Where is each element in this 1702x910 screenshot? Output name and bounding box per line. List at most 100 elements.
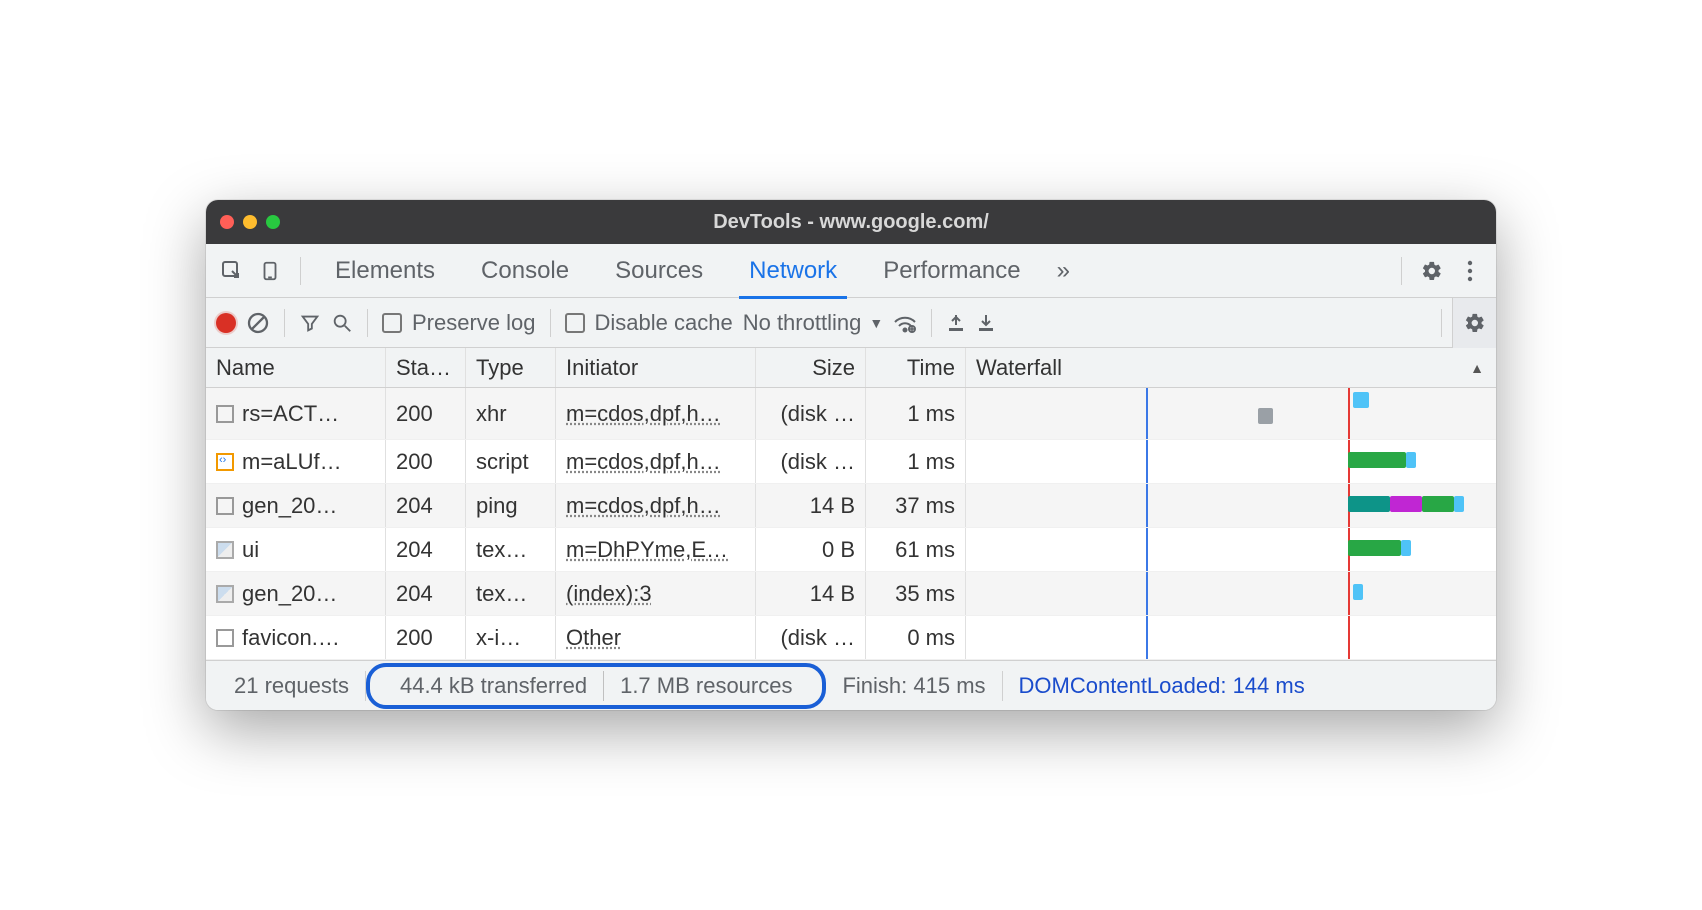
cell-status: 204	[386, 484, 466, 527]
kebab-menu-icon[interactable]	[1454, 255, 1486, 287]
table-row[interactable]: ui 204 tex… m=DhPYme,E… 0 B 61 ms	[206, 528, 1496, 572]
cell-name: m=aLUf…	[242, 449, 342, 475]
cell-time: 35 ms	[866, 572, 966, 615]
tab-performance[interactable]: Performance	[863, 244, 1040, 298]
cell-name: favicon.…	[242, 625, 340, 651]
sort-indicator-icon: ▲	[1470, 360, 1484, 376]
cell-type: tex…	[466, 572, 556, 615]
requests-count: 21 requests	[218, 671, 366, 701]
cell-size: (disk …	[756, 440, 866, 483]
col-name[interactable]: Name	[206, 348, 386, 387]
network-toolbar: Preserve log Disable cache No throttling…	[206, 298, 1496, 348]
zoom-window-button[interactable]	[266, 215, 280, 229]
cell-size: (disk …	[756, 388, 866, 439]
throttling-select[interactable]: No throttling ▼	[743, 310, 883, 336]
col-size[interactable]: Size	[756, 348, 866, 387]
tab-console[interactable]: Console	[461, 244, 589, 298]
clear-button[interactable]	[246, 311, 270, 335]
cell-initiator[interactable]: Other	[556, 616, 756, 659]
tabs-overflow-icon[interactable]: »	[1047, 257, 1080, 285]
cell-name: gen_20…	[242, 581, 337, 607]
cell-type: ping	[466, 484, 556, 527]
file-type-icon	[216, 585, 234, 603]
col-initiator[interactable]: Initiator	[556, 348, 756, 387]
cell-time: 1 ms	[866, 388, 966, 439]
cell-type: script	[466, 440, 556, 483]
window-title: DevTools - www.google.com/	[206, 211, 1496, 234]
throttling-value: No throttling	[743, 310, 862, 336]
network-conditions-icon[interactable]	[893, 313, 917, 333]
cell-waterfall	[966, 484, 1496, 527]
cell-time: 0 ms	[866, 616, 966, 659]
dropdown-arrow-icon: ▼	[869, 315, 883, 331]
col-time[interactable]: Time	[866, 348, 966, 387]
cell-waterfall	[966, 572, 1496, 615]
cell-status: 204	[386, 528, 466, 571]
file-type-icon	[216, 541, 234, 559]
table-row[interactable]: rs=ACT… 200 xhr m=cdos,dpf,h… (disk … 1 …	[206, 388, 1496, 440]
table-row[interactable]: gen_20… 204 ping m=cdos,dpf,h… 14 B 37 m…	[206, 484, 1496, 528]
col-type[interactable]: Type	[466, 348, 556, 387]
cell-size: 0 B	[756, 528, 866, 571]
import-har-icon[interactable]	[946, 313, 966, 333]
tab-network[interactable]: Network	[729, 244, 857, 298]
table-row[interactable]: m=aLUf… 200 script m=cdos,dpf,h… (disk ……	[206, 440, 1496, 484]
cell-size: 14 B	[756, 484, 866, 527]
filter-icon[interactable]	[299, 312, 321, 334]
cell-type: x-i…	[466, 616, 556, 659]
cell-waterfall	[966, 528, 1496, 571]
cell-initiator[interactable]: (index):3	[556, 572, 756, 615]
settings-gear-icon[interactable]	[1416, 255, 1448, 287]
finish-time: Finish: 415 ms	[826, 671, 1002, 701]
record-button[interactable]	[216, 313, 236, 333]
devtools-tabs: Elements Console Sources Network Perform…	[206, 244, 1496, 298]
disable-cache-label: Disable cache	[595, 310, 733, 336]
file-type-icon	[216, 405, 234, 423]
cell-initiator[interactable]: m=cdos,dpf,h…	[556, 440, 756, 483]
divider	[1401, 257, 1402, 285]
highlighted-stats: 44.4 kB transferred 1.7 MB resources	[366, 663, 827, 709]
status-bar: 21 requests 44.4 kB transferred 1.7 MB r…	[206, 660, 1496, 710]
cell-waterfall	[966, 388, 1496, 439]
cell-initiator[interactable]: m=DhPYme,E…	[556, 528, 756, 571]
cell-status: 200	[386, 388, 466, 439]
export-har-icon[interactable]	[976, 313, 996, 333]
cell-initiator[interactable]: m=cdos,dpf,h…	[556, 388, 756, 439]
cell-time: 1 ms	[866, 440, 966, 483]
resources-size: 1.7 MB resources	[604, 671, 808, 701]
cell-waterfall	[966, 616, 1496, 659]
close-window-button[interactable]	[220, 215, 234, 229]
inspect-element-icon[interactable]	[216, 255, 248, 287]
disable-cache-checkbox[interactable]: Disable cache	[565, 310, 733, 336]
file-type-icon	[216, 453, 234, 471]
cell-name: rs=ACT…	[242, 401, 339, 427]
device-toggle-icon[interactable]	[254, 255, 286, 287]
cell-type: xhr	[466, 388, 556, 439]
tab-sources[interactable]: Sources	[595, 244, 723, 298]
cell-initiator[interactable]: m=cdos,dpf,h…	[556, 484, 756, 527]
cell-name: ui	[242, 537, 259, 563]
network-table: Name Sta… Type Initiator Size Time Water…	[206, 348, 1496, 660]
titlebar: DevTools - www.google.com/	[206, 200, 1496, 244]
search-icon[interactable]	[331, 312, 353, 334]
col-waterfall[interactable]: Waterfall ▲	[966, 348, 1496, 387]
file-type-icon	[216, 497, 234, 515]
file-type-icon	[216, 629, 234, 647]
cell-status: 204	[386, 572, 466, 615]
col-waterfall-label: Waterfall	[976, 355, 1062, 381]
domcontentloaded-time: DOMContentLoaded: 144 ms	[1003, 671, 1321, 701]
table-row[interactable]: gen_20… 204 tex… (index):3 14 B 35 ms	[206, 572, 1496, 616]
cell-type: tex…	[466, 528, 556, 571]
preserve-log-label: Preserve log	[412, 310, 536, 336]
tab-elements[interactable]: Elements	[315, 244, 455, 298]
cell-time: 37 ms	[866, 484, 966, 527]
col-status[interactable]: Sta…	[386, 348, 466, 387]
divider	[300, 257, 301, 285]
window-controls	[220, 215, 280, 229]
table-row[interactable]: favicon.… 200 x-i… Other (disk … 0 ms	[206, 616, 1496, 660]
network-settings-icon[interactable]	[1452, 298, 1496, 348]
minimize-window-button[interactable]	[243, 215, 257, 229]
cell-time: 61 ms	[866, 528, 966, 571]
transferred-size: 44.4 kB transferred	[384, 671, 604, 701]
preserve-log-checkbox[interactable]: Preserve log	[382, 310, 536, 336]
